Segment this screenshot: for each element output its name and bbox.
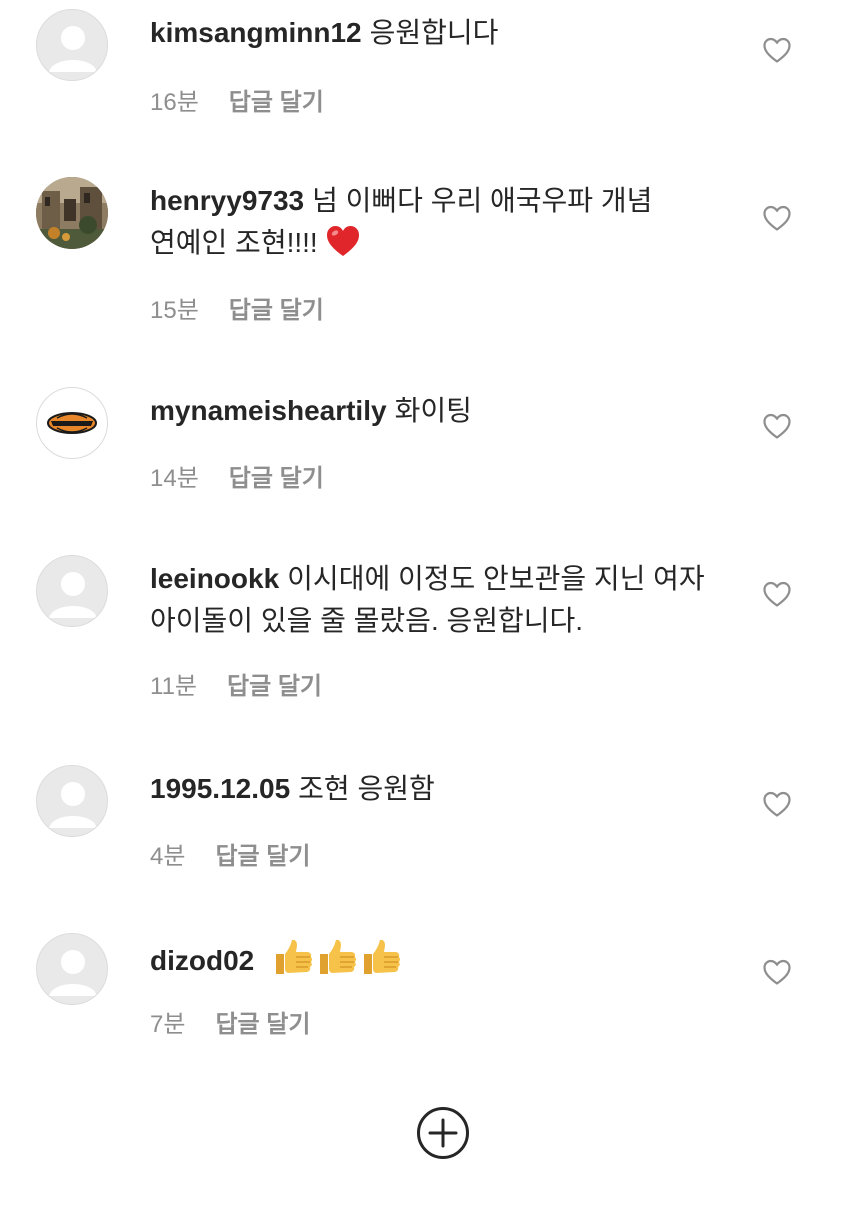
comment-text: mynameisheartily 화이팅 <box>150 390 730 432</box>
comment-time: 14분 <box>150 465 199 492</box>
heart-outline-icon[interactable] <box>762 790 792 818</box>
comment-username[interactable]: 1995.12.05 <box>150 773 290 804</box>
comment-body: 조현 응원함 <box>298 773 435 804</box>
avatar[interactable] <box>36 555 108 627</box>
comment-username[interactable]: leeinookk <box>150 563 279 594</box>
logo-avatar-image <box>47 412 97 434</box>
red-heart-emoji-icon <box>327 226 360 256</box>
reply-button[interactable]: 답글 달기 <box>229 88 324 118</box>
heart-outline-icon[interactable] <box>762 412 792 440</box>
default-avatar-icon <box>49 950 97 996</box>
heart-outline-icon[interactable] <box>762 958 792 986</box>
plus-circle-icon[interactable] <box>416 1106 470 1160</box>
comment-time: 7분 <box>150 1011 186 1038</box>
reply-button[interactable]: 답글 달기 <box>229 464 324 494</box>
photo-avatar-image <box>36 177 108 249</box>
avatar[interactable] <box>36 177 108 249</box>
comment-body: 응원합니다 <box>369 17 499 48</box>
comment-meta: 15분 답글 달기 <box>150 296 324 326</box>
comment-text: leeinookk 이시대에 이정도 안보관을 지닌 여자 아이돌이 있을 줄 몰… <box>150 558 730 642</box>
comment-username[interactable]: dizod02 <box>150 945 254 976</box>
reply-button[interactable]: 답글 달기 <box>229 296 324 326</box>
reply-button[interactable]: 답글 달기 <box>215 842 310 872</box>
comment-time: 16분 <box>150 89 199 116</box>
comment-meta: 4분 답글 달기 <box>150 842 310 872</box>
avatar[interactable] <box>36 387 108 459</box>
avatar[interactable] <box>36 933 108 1005</box>
reply-button[interactable]: 답글 달기 <box>227 672 322 702</box>
heart-outline-icon[interactable] <box>762 580 792 608</box>
default-avatar-icon <box>49 572 97 618</box>
comment-meta: 16분 답글 달기 <box>150 88 324 118</box>
comment-body: 화이팅 <box>394 395 472 426</box>
comment-username[interactable]: mynameisheartily <box>150 395 387 426</box>
default-avatar-icon <box>49 26 97 72</box>
comment-meta: 7분 답글 달기 <box>150 1010 310 1040</box>
avatar[interactable] <box>36 765 108 837</box>
comment-meta: 14분 답글 달기 <box>150 464 324 494</box>
heart-outline-icon[interactable] <box>762 204 792 232</box>
reply-button[interactable]: 답글 달기 <box>215 1010 310 1040</box>
comment-text: kimsangminn12 응원합니다 <box>150 12 730 54</box>
comment-text: henryy9733 넘 이뻐다 우리 애국우파 개념 연예인 조현!!!! <box>150 180 730 264</box>
comment-text: 1995.12.05 조현 응원함 <box>150 768 730 810</box>
default-avatar-icon <box>49 782 97 828</box>
thumbs-up-emoji-icon <box>276 939 401 974</box>
comment-time: 4분 <box>150 843 186 870</box>
comment-time: 15분 <box>150 297 199 324</box>
heart-outline-icon[interactable] <box>762 36 792 64</box>
comment-meta: 11분 답글 달기 <box>150 672 322 702</box>
comment-time: 11분 <box>150 673 197 700</box>
comment-username[interactable]: kimsangminn12 <box>150 17 362 48</box>
comment-username[interactable]: henryy9733 <box>150 185 304 216</box>
avatar[interactable] <box>36 9 108 81</box>
comment-text: dizod02 <box>150 936 730 982</box>
